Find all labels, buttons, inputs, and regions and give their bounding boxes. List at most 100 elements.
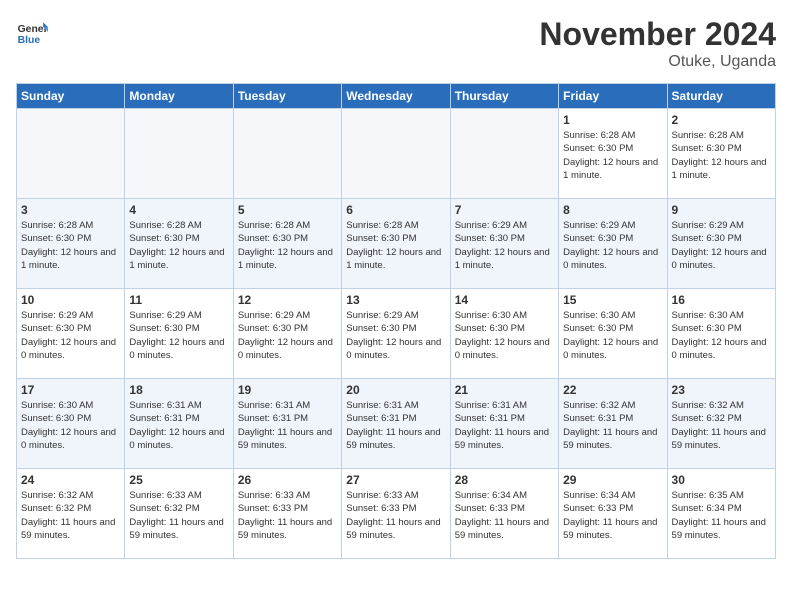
day-number: 28 [455, 473, 554, 487]
calendar-cell: 13 Sunrise: 6:29 AM Sunset: 6:30 PM Dayli… [342, 289, 450, 379]
day-number: 21 [455, 383, 554, 397]
day-number: 20 [346, 383, 445, 397]
calendar-table: SundayMondayTuesdayWednesdayThursdayFrid… [16, 83, 776, 559]
day-info: Sunrise: 6:32 AM Sunset: 6:32 PM Dayligh… [672, 399, 771, 452]
day-number: 9 [672, 203, 771, 217]
calendar-cell: 30 Sunrise: 6:35 AM Sunset: 6:34 PM Dayli… [667, 469, 775, 559]
day-info: Sunrise: 6:31 AM Sunset: 6:31 PM Dayligh… [346, 399, 445, 452]
calendar-cell: 12 Sunrise: 6:29 AM Sunset: 6:30 PM Dayli… [233, 289, 341, 379]
calendar-week-row: 3 Sunrise: 6:28 AM Sunset: 6:30 PM Daylig… [17, 199, 776, 289]
day-number: 4 [129, 203, 228, 217]
calendar-header-row: SundayMondayTuesdayWednesdayThursdayFrid… [17, 84, 776, 109]
day-info: Sunrise: 6:31 AM Sunset: 6:31 PM Dayligh… [455, 399, 554, 452]
day-number: 6 [346, 203, 445, 217]
col-header-monday: Monday [125, 84, 233, 109]
calendar-cell: 11Sunrise: 6:29 AM Sunset: 6:30 PM Dayli… [125, 289, 233, 379]
calendar-cell: 29Sunrise: 6:34 AM Sunset: 6:33 PM Dayli… [559, 469, 667, 559]
day-info: Sunrise: 6:35 AM Sunset: 6:34 PM Dayligh… [672, 489, 771, 542]
day-info: Sunrise: 6:34 AM Sunset: 6:33 PM Dayligh… [455, 489, 554, 542]
day-number: 16 [672, 293, 771, 307]
svg-text:Blue: Blue [18, 35, 41, 46]
day-number: 18 [129, 383, 228, 397]
day-info: Sunrise: 6:33 AM Sunset: 6:33 PM Dayligh… [346, 489, 445, 542]
calendar-cell: 25Sunrise: 6:33 AM Sunset: 6:32 PM Dayli… [125, 469, 233, 559]
day-info: Sunrise: 6:28 AM Sunset: 6:30 PM Dayligh… [563, 129, 662, 182]
day-number: 29 [563, 473, 662, 487]
calendar-cell: 7 Sunrise: 6:29 AM Sunset: 6:30 PM Daylig… [450, 199, 558, 289]
day-number: 10 [21, 293, 120, 307]
day-number: 17 [21, 383, 120, 397]
day-info: Sunrise: 6:29 AM Sunset: 6:30 PM Dayligh… [21, 309, 120, 362]
month-title: November 2024 [539, 16, 776, 53]
calendar-week-row: 10 Sunrise: 6:29 AM Sunset: 6:30 PM Dayli… [17, 289, 776, 379]
calendar-cell [450, 109, 558, 199]
calendar-cell: 20 Sunrise: 6:31 AM Sunset: 6:31 PM Dayli… [342, 379, 450, 469]
day-info: Sunrise: 6:30 AM Sunset: 6:30 PM Dayligh… [455, 309, 554, 362]
col-header-thursday: Thursday [450, 84, 558, 109]
calendar-cell [125, 109, 233, 199]
col-header-friday: Friday [559, 84, 667, 109]
day-number: 12 [238, 293, 337, 307]
day-number: 2 [672, 113, 771, 127]
calendar-cell: 3 Sunrise: 6:28 AM Sunset: 6:30 PM Daylig… [17, 199, 125, 289]
day-info: Sunrise: 6:31 AM Sunset: 6:31 PM Dayligh… [238, 399, 337, 452]
day-info: Sunrise: 6:29 AM Sunset: 6:30 PM Dayligh… [129, 309, 228, 362]
day-info: Sunrise: 6:30 AM Sunset: 6:30 PM Dayligh… [563, 309, 662, 362]
day-info: Sunrise: 6:33 AM Sunset: 6:33 PM Dayligh… [238, 489, 337, 542]
day-number: 13 [346, 293, 445, 307]
day-number: 5 [238, 203, 337, 217]
day-info: Sunrise: 6:29 AM Sunset: 6:30 PM Dayligh… [346, 309, 445, 362]
calendar-cell: 22 Sunrise: 6:32 AM Sunset: 6:31 PM Dayli… [559, 379, 667, 469]
calendar-cell: 5 Sunrise: 6:28 AM Sunset: 6:30 PM Daylig… [233, 199, 341, 289]
day-number: 27 [346, 473, 445, 487]
calendar-cell [233, 109, 341, 199]
calendar-cell: 9 Sunrise: 6:29 AM Sunset: 6:30 PM Daylig… [667, 199, 775, 289]
day-info: Sunrise: 6:28 AM Sunset: 6:30 PM Dayligh… [346, 219, 445, 272]
col-header-tuesday: Tuesday [233, 84, 341, 109]
day-info: Sunrise: 6:29 AM Sunset: 6:30 PM Dayligh… [672, 219, 771, 272]
day-info: Sunrise: 6:32 AM Sunset: 6:31 PM Dayligh… [563, 399, 662, 452]
calendar-cell: 15Sunrise: 6:30 AM Sunset: 6:30 PM Dayli… [559, 289, 667, 379]
calendar-cell: 18Sunrise: 6:31 AM Sunset: 6:31 PM Dayli… [125, 379, 233, 469]
location: Otuke, Uganda [539, 53, 776, 71]
day-number: 14 [455, 293, 554, 307]
calendar-cell: 23 Sunrise: 6:32 AM Sunset: 6:32 PM Dayli… [667, 379, 775, 469]
col-header-saturday: Saturday [667, 84, 775, 109]
calendar-week-row: 24 Sunrise: 6:32 AM Sunset: 6:32 PM Dayli… [17, 469, 776, 559]
day-number: 22 [563, 383, 662, 397]
day-info: Sunrise: 6:30 AM Sunset: 6:30 PM Dayligh… [672, 309, 771, 362]
day-number: 30 [672, 473, 771, 487]
calendar-cell: 21 Sunrise: 6:31 AM Sunset: 6:31 PM Dayli… [450, 379, 558, 469]
day-info: Sunrise: 6:30 AM Sunset: 6:30 PM Dayligh… [21, 399, 120, 452]
day-number: 8 [563, 203, 662, 217]
day-info: Sunrise: 6:32 AM Sunset: 6:32 PM Dayligh… [21, 489, 120, 542]
col-header-wednesday: Wednesday [342, 84, 450, 109]
day-info: Sunrise: 6:33 AM Sunset: 6:32 PM Dayligh… [129, 489, 228, 542]
calendar-cell: 6 Sunrise: 6:28 AM Sunset: 6:30 PM Daylig… [342, 199, 450, 289]
day-number: 19 [238, 383, 337, 397]
logo: General Blue [16, 16, 48, 48]
calendar-cell: 17 Sunrise: 6:30 AM Sunset: 6:30 PM Dayli… [17, 379, 125, 469]
day-number: 23 [672, 383, 771, 397]
day-number: 1 [563, 113, 662, 127]
calendar-cell [342, 109, 450, 199]
calendar-cell: 2Sunrise: 6:28 AM Sunset: 6:30 PM Daylig… [667, 109, 775, 199]
calendar-cell: 19 Sunrise: 6:31 AM Sunset: 6:31 PM Dayli… [233, 379, 341, 469]
calendar-cell: 24 Sunrise: 6:32 AM Sunset: 6:32 PM Dayli… [17, 469, 125, 559]
day-number: 3 [21, 203, 120, 217]
day-info: Sunrise: 6:28 AM Sunset: 6:30 PM Dayligh… [21, 219, 120, 272]
calendar-week-row: 1 Sunrise: 6:28 AM Sunset: 6:30 PM Daylig… [17, 109, 776, 199]
day-number: 7 [455, 203, 554, 217]
calendar-week-row: 17 Sunrise: 6:30 AM Sunset: 6:30 PM Dayli… [17, 379, 776, 469]
title-block: November 2024 Otuke, Uganda [539, 16, 776, 71]
calendar-cell [17, 109, 125, 199]
day-info: Sunrise: 6:29 AM Sunset: 6:30 PM Dayligh… [238, 309, 337, 362]
calendar-cell: 26Sunrise: 6:33 AM Sunset: 6:33 PM Dayli… [233, 469, 341, 559]
calendar-cell: 4Sunrise: 6:28 AM Sunset: 6:30 PM Daylig… [125, 199, 233, 289]
day-info: Sunrise: 6:29 AM Sunset: 6:30 PM Dayligh… [563, 219, 662, 272]
day-info: Sunrise: 6:28 AM Sunset: 6:30 PM Dayligh… [238, 219, 337, 272]
calendar-cell: 28 Sunrise: 6:34 AM Sunset: 6:33 PM Dayli… [450, 469, 558, 559]
day-number: 24 [21, 473, 120, 487]
day-info: Sunrise: 6:29 AM Sunset: 6:30 PM Dayligh… [455, 219, 554, 272]
logo-icon: General Blue [16, 16, 48, 48]
